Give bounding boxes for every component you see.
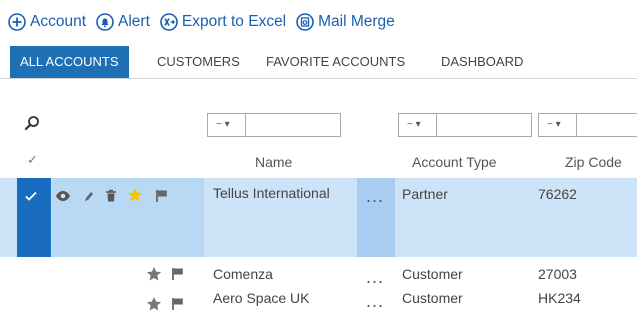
select-all-checkbox[interactable]: ✓ <box>27 152 38 168</box>
tab-all-accounts[interactable]: ALL ACCOUNTS <box>10 46 129 78</box>
tab-dashboard[interactable]: DASHBOARD <box>431 46 533 78</box>
account-name[interactable]: Aero Space UK <box>213 290 310 306</box>
add-account-label: Account <box>30 13 87 30</box>
name-filter: ~ ▾ <box>207 113 342 137</box>
flag-icon[interactable] <box>154 188 170 204</box>
column-header-name[interactable]: Name <box>255 154 292 170</box>
plus-circle-icon <box>8 13 26 31</box>
account-type-filter-operator[interactable]: ~ ▾ <box>399 114 437 136</box>
more-actions-button[interactable]: ... <box>366 292 384 310</box>
account-type-filter-input[interactable] <box>439 115 533 137</box>
export-to-excel-label: Export to Excel <box>181 13 287 30</box>
excel-export-icon <box>160 13 178 31</box>
more-actions-button[interactable]: ... <box>366 187 384 205</box>
view-tabs: ALL ACCOUNTS CUSTOMERS FAVORITE ACCOUNTS… <box>0 46 637 79</box>
mail-merge-icon <box>296 13 314 31</box>
bell-icon <box>96 13 114 31</box>
flag-icon[interactable] <box>170 296 186 312</box>
name-filter-operator[interactable]: ~ ▾ <box>208 114 246 136</box>
more-actions-button[interactable]: ... <box>366 268 384 286</box>
checkmark-icon[interactable] <box>23 188 39 204</box>
account-type: Customer <box>402 290 463 306</box>
account-name[interactable]: Comenza <box>213 266 273 282</box>
star-icon-favorite[interactable] <box>127 187 143 203</box>
zip-code-filter-operator[interactable]: ~ ▾ <box>539 114 577 136</box>
search-icon[interactable] <box>24 115 40 131</box>
account-type: Partner <box>402 186 448 202</box>
alert-label: Alert <box>118 13 150 30</box>
star-icon[interactable] <box>146 266 162 282</box>
tab-customers[interactable]: CUSTOMERS <box>147 46 250 78</box>
column-header-account-type[interactable]: Account Type <box>412 154 497 170</box>
alert-button[interactable]: Alert <box>96 13 150 31</box>
zip-code-filter-input[interactable] <box>579 115 637 137</box>
mail-merge-label: Mail Merge <box>318 13 395 30</box>
export-to-excel-button[interactable]: Export to Excel <box>160 13 286 31</box>
mail-merge-button[interactable]: Mail Merge <box>296 13 395 31</box>
zip-code-filter: ~ ▾ <box>538 113 637 137</box>
action-toolbar: Account Alert Export to Excel Mail Merge <box>8 10 405 34</box>
zip-code: 27003 <box>538 266 577 282</box>
account-name[interactable]: Tellus International <box>213 183 353 203</box>
tab-favorite-accounts[interactable]: FAVORITE ACCOUNTS <box>256 46 415 78</box>
add-account-button[interactable]: Account <box>8 13 86 31</box>
star-icon[interactable] <box>146 296 162 312</box>
eye-icon[interactable] <box>55 188 71 204</box>
account-type-filter: ~ ▾ <box>398 113 533 137</box>
edit-pencil-icon[interactable] <box>80 188 96 204</box>
account-type: Customer <box>402 266 463 282</box>
trash-icon[interactable] <box>103 188 119 204</box>
zip-code: 76262 <box>538 186 577 202</box>
flag-icon[interactable] <box>170 266 186 282</box>
zip-code: HK234 <box>538 290 581 306</box>
column-header-zip-code[interactable]: Zip Code <box>565 154 622 170</box>
name-filter-input[interactable] <box>248 115 342 137</box>
